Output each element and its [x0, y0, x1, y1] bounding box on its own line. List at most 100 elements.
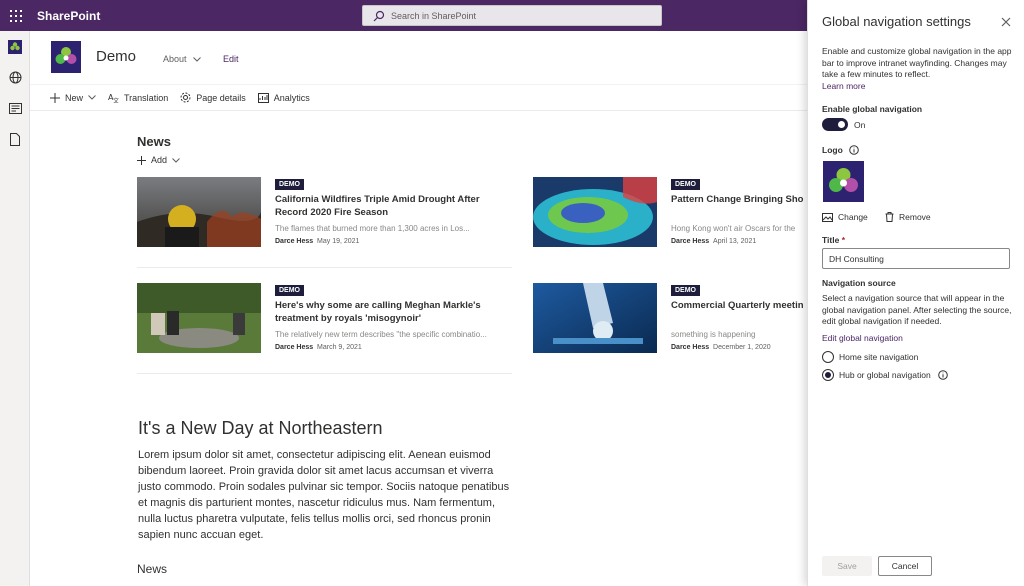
news-meta: Darce Hess April 13, 2021 [671, 238, 756, 245]
new-button[interactable]: New [50, 92, 96, 103]
remove-logo-button[interactable]: Remove [885, 212, 931, 222]
news-author[interactable]: Darce Hess [671, 238, 709, 245]
appbar-global-nav-button[interactable] [0, 62, 30, 93]
info-icon[interactable] [848, 145, 859, 155]
news-description: something is happening [671, 330, 756, 339]
news-author[interactable]: Darce Hess [671, 344, 709, 351]
analytics-button[interactable]: Analytics [257, 92, 310, 103]
search-box[interactable] [362, 5, 662, 26]
appbar-news-button[interactable] [0, 93, 30, 124]
enable-global-nav-toggle[interactable] [822, 118, 848, 131]
news-thumbnail-interview [137, 283, 261, 353]
nav-item-about[interactable]: About [163, 54, 201, 64]
brand-label[interactable]: SharePoint [37, 9, 100, 23]
new-label: New [65, 92, 84, 103]
analytics-label: Analytics [273, 92, 310, 103]
news-icon [8, 103, 22, 114]
news-section-title: News [137, 134, 171, 149]
news-description: The relatively new term describes "the s… [275, 330, 487, 339]
news-title[interactable]: Pattern Change Bringing Sho [671, 193, 807, 206]
news-title[interactable]: Commercial Quarterly meetin [671, 299, 807, 312]
required-marker: * [841, 235, 846, 245]
appbar-files-button[interactable] [0, 124, 30, 155]
chevron-down-icon [88, 95, 96, 100]
news-date: March 9, 2021 [317, 344, 362, 351]
radio-hub-or-global-navigation[interactable]: Hub or global navigation [822, 369, 948, 381]
news-thumbnail-wildfire [137, 177, 261, 247]
gear-icon [180, 92, 191, 103]
site-icon [8, 39, 22, 54]
hero-heading: It's a New Day at Northeastern [138, 418, 383, 438]
toggle-knob [838, 121, 845, 128]
radio-indicator [822, 351, 834, 363]
logo-label-row: Logo [822, 145, 859, 155]
app-launcher-button[interactable] [0, 0, 31, 31]
news-date: December 1, 2020 [713, 344, 771, 351]
remove-label: Remove [899, 212, 931, 222]
panel-description: Enable and customize global navigation i… [822, 46, 1014, 92]
news-card[interactable]: DEMO Pattern Change Bringing Sho Hong Ko… [533, 177, 807, 267]
chevron-down-icon [192, 56, 201, 62]
edit-global-nav-link[interactable]: Edit global navigation [822, 333, 903, 343]
radio-indicator-selected [822, 369, 834, 381]
info-icon[interactable] [937, 370, 948, 380]
site-title[interactable]: Demo [96, 48, 136, 65]
title-label: Title [822, 235, 840, 245]
file-icon [10, 133, 20, 146]
news-badge: DEMO [275, 179, 304, 190]
news-meta: Darce Hess December 1, 2020 [671, 344, 771, 351]
news-title[interactable]: California Wildfires Triple Amid Drought… [275, 193, 507, 219]
news-badge: DEMO [671, 285, 700, 296]
title-input[interactable] [822, 248, 1010, 269]
news-title[interactable]: Here's why some are calling Meghan Markl… [275, 299, 507, 325]
news-badge: DEMO [275, 285, 304, 296]
divider [137, 373, 512, 374]
news-meta: Darce Hess March 9, 2021 [275, 344, 362, 351]
news-author[interactable]: Darce Hess [275, 238, 313, 245]
search-input[interactable] [391, 10, 631, 21]
nav-source-description: Select a navigation source that will app… [822, 293, 1012, 326]
news-thumbnail-microscope [533, 283, 657, 353]
globe-icon [9, 71, 21, 84]
site-logo[interactable] [51, 41, 81, 73]
plus-icon [50, 92, 60, 103]
learn-more-link[interactable]: Learn more [822, 81, 865, 91]
translation-label: Translation [124, 92, 169, 103]
toggle-state-label: On [854, 120, 866, 130]
change-logo-button[interactable]: Change [822, 212, 868, 222]
news-description: The flames that burned more than 1,300 a… [275, 224, 470, 233]
news-author[interactable]: Darce Hess [275, 344, 313, 351]
cancel-button[interactable]: Cancel [878, 556, 932, 576]
command-bar: New A文 Translation Page details Analytic… [30, 85, 807, 111]
chevron-down-icon [172, 157, 180, 163]
radio-label: Home site navigation [839, 352, 919, 362]
news-meta: Darce Hess May 19, 2021 [275, 238, 359, 245]
nav-edit-link[interactable]: Edit [223, 54, 239, 64]
change-label: Change [838, 212, 868, 222]
panel-title: Global navigation settings [822, 14, 971, 29]
page-canvas: News Add DEMO California Wildfires Tripl… [30, 112, 807, 586]
enable-global-nav-label: Enable global navigation [822, 104, 923, 114]
hero-body-text: Lorem ipsum dolor sit amet, consectetur … [138, 449, 510, 541]
news-description: Hong Kong won't air Oscars for the [671, 224, 796, 233]
page-details-button[interactable]: Page details [180, 92, 246, 103]
news-card[interactable]: DEMO Commercial Quarterly meetin somethi… [533, 283, 807, 373]
divider [137, 267, 512, 268]
app-bar [0, 31, 30, 586]
plus-icon [137, 155, 146, 165]
translation-button[interactable]: A文 Translation [108, 92, 169, 104]
radio-home-site-navigation[interactable]: Home site navigation [822, 351, 918, 363]
image-icon [822, 212, 833, 222]
save-button[interactable]: Save [822, 556, 872, 576]
news-card[interactable]: DEMO California Wildfires Triple Amid Dr… [137, 177, 512, 268]
appbar-site-button[interactable] [0, 31, 30, 62]
news-card[interactable]: DEMO Here's why some are calling Meghan … [137, 283, 512, 374]
news-date: April 13, 2021 [713, 238, 757, 245]
title-label-row: Title * [822, 235, 845, 245]
panel-description-text: Enable and customize global navigation i… [822, 46, 1012, 79]
news-date: May 19, 2021 [317, 238, 360, 245]
close-icon[interactable] [1000, 16, 1012, 28]
add-news-button[interactable]: Add [137, 155, 180, 165]
nav-source-label: Navigation source [822, 278, 896, 288]
logo-preview [823, 161, 864, 202]
